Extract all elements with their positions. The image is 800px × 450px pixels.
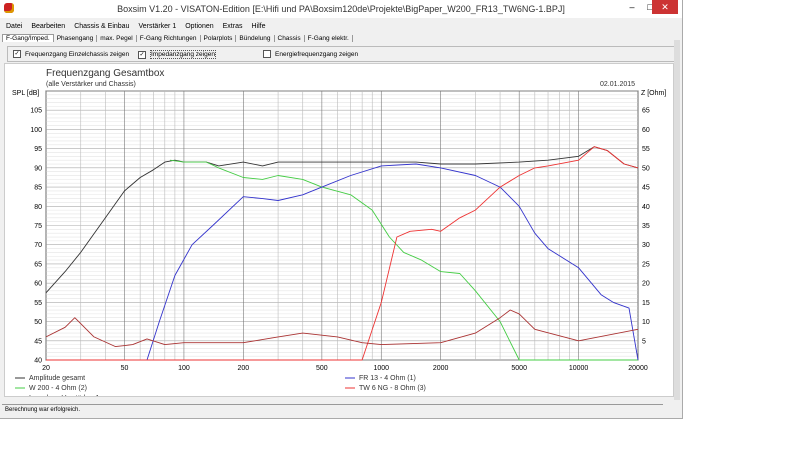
y2-axis-label: Z [Ohm] xyxy=(641,90,666,97)
checkbox-label: Frequenzgang Einzelchassis zeigen xyxy=(25,50,130,58)
checkbox-checked-icon: ✓ xyxy=(138,50,146,59)
x-tick-label: 50 xyxy=(121,365,129,372)
tab-phasengang[interactable]: Phasengang xyxy=(54,34,98,42)
tab-chassis[interactable]: Chassis xyxy=(275,34,305,42)
tab-fgang-elektr[interactable]: F-Gang elektr. xyxy=(305,34,353,42)
x-tick-label: 20 xyxy=(42,365,50,372)
y2-tick-label: 45 xyxy=(642,185,650,192)
y-tick-label: 105 xyxy=(30,108,42,115)
x-tick-label: 2000 xyxy=(433,365,449,372)
y2-tick-label: 15 xyxy=(642,300,650,307)
chart-date: 02.01.2015 xyxy=(600,81,635,88)
y2-tick-label: 65 xyxy=(642,108,650,115)
menu-extras[interactable]: Extras xyxy=(223,23,243,30)
y2-tick-label: 25 xyxy=(642,261,650,268)
tab-bar: F-Gang/Imped. Phasengang max. Pegel F-Ga… xyxy=(0,32,682,44)
chart-title: Frequenzgang Gesamtbox xyxy=(46,68,164,79)
menu-datei[interactable]: Datei xyxy=(6,23,22,30)
y-tick-label: 75 xyxy=(34,223,42,230)
x-tick-label: 1000 xyxy=(373,365,389,372)
checkbox-label: Impedanzgang zeigen xyxy=(150,50,216,59)
y2-tick-label: 30 xyxy=(642,242,650,249)
checkbox-checked-icon: ✓ xyxy=(13,50,21,58)
y2-tick-label: 55 xyxy=(642,146,650,153)
x-tick-label: 20000 xyxy=(628,365,648,372)
legend-entry: TW 6 NG - 8 Ohm (3) xyxy=(359,385,426,392)
x-tick-label: 10000 xyxy=(569,365,589,372)
menu-chassis[interactable]: Chassis & Einbau xyxy=(74,23,129,30)
y-tick-label: 40 xyxy=(34,358,42,365)
status-bar: Berechnung war erfolgreich. xyxy=(2,404,663,416)
y-tick-label: 95 xyxy=(34,146,42,153)
menu-bearbeiten[interactable]: Bearbeiten xyxy=(31,23,65,30)
y2-tick-label: 35 xyxy=(642,223,650,230)
checkbox-unchecked-icon xyxy=(263,50,271,58)
legend-entry: Amplitude gesamt xyxy=(29,375,85,382)
y-tick-label: 65 xyxy=(34,261,42,268)
y-tick-label: 50 xyxy=(34,319,42,326)
y2-tick-label: 50 xyxy=(642,165,650,172)
title-bar: Boxsim V1.20 - VISATON-Edition [E:\Hifi … xyxy=(0,0,682,18)
legend-entry: FR 13 - 4 Ohm (1) xyxy=(359,375,416,382)
y-tick-label: 90 xyxy=(34,165,42,172)
tab-buendelung[interactable]: Bündelung xyxy=(236,34,275,42)
y-tick-label: 85 xyxy=(34,185,42,192)
checkbox-energie[interactable]: Energiefrequenzgang zeigen xyxy=(263,50,358,58)
legend-entry: W 200 - 4 Ohm (2) xyxy=(29,385,87,392)
y-tick-label: 80 xyxy=(34,204,42,211)
x-tick-label: 5000 xyxy=(511,365,527,372)
y-axis-label: SPL [dB] xyxy=(12,90,39,97)
vertical-scrollbar[interactable] xyxy=(674,40,680,400)
checkbox-einzelchassis[interactable]: ✓ Frequenzgang Einzelchassis zeigen xyxy=(13,50,129,58)
y2-tick-label: 10 xyxy=(642,319,650,326)
y-tick-label: 70 xyxy=(34,242,42,249)
options-bar: ✓ Frequenzgang Einzelchassis zeigen ✓ Impe… xyxy=(7,46,676,62)
x-tick-label: 500 xyxy=(316,365,328,372)
y-tick-label: 100 xyxy=(30,127,42,134)
menu-bar: Datei Bearbeiten Chassis & Einbau Verstä… xyxy=(0,20,682,32)
tab-fgang-richtungen[interactable]: F-Gang Richtungen xyxy=(137,34,201,42)
tab-polarplots[interactable]: Polarplots xyxy=(201,34,237,42)
menu-hilfe[interactable]: Hilfe xyxy=(251,23,265,30)
y2-tick-label: 20 xyxy=(642,281,650,288)
menu-optionen[interactable]: Optionen xyxy=(185,23,213,30)
y2-tick-label: 5 xyxy=(642,338,646,345)
y2-tick-label: 40 xyxy=(642,204,650,211)
x-tick-label: 200 xyxy=(237,365,249,372)
tab-fgang-imped[interactable]: F-Gang/Imped. xyxy=(2,34,54,42)
y-tick-label: 55 xyxy=(34,300,42,307)
app-window: Boxsim V1.20 - VISATON-Edition [E:\Hifi … xyxy=(0,0,683,419)
tab-max-pegel[interactable]: max. Pegel xyxy=(97,34,137,42)
y2-tick-label: 60 xyxy=(642,127,650,134)
y-tick-label: 45 xyxy=(34,338,42,345)
checkbox-impedanz[interactable]: ✓ Impedanzgang zeigen xyxy=(138,50,216,59)
legend-entry: Impedanz Verstärker 1 xyxy=(29,395,100,396)
chart-subtitle: (alle Verstärker und Chassis) xyxy=(46,81,136,88)
window-title: Boxsim V1.20 - VISATON-Edition [E:\Hifi … xyxy=(117,4,565,14)
menu-verstaerker[interactable]: Verstärker 1 xyxy=(138,23,176,30)
checkbox-label: Energiefrequenzgang zeigen xyxy=(275,50,359,58)
y-tick-label: 60 xyxy=(34,281,42,288)
chart-panel: Frequenzgang Gesamtbox (alle Verstärker … xyxy=(4,63,674,402)
x-tick-label: 100 xyxy=(178,365,190,372)
close-button[interactable]: ✕ xyxy=(652,0,678,14)
frequency-response-chart: Frequenzgang Gesamtbox (alle Verstärker … xyxy=(12,68,666,402)
